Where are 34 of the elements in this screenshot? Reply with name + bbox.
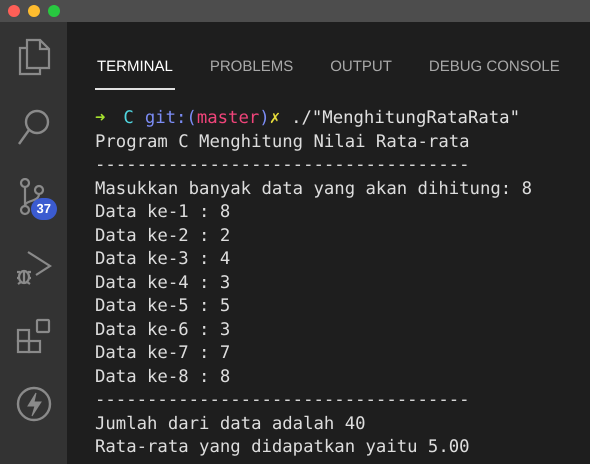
terminal-line: ------------------------------------	[95, 389, 471, 412]
prompt-text: ✗	[270, 108, 280, 128]
notification-badge: 37	[30, 198, 57, 220]
terminal-line: Jumlah dari data adalah 40	[95, 412, 367, 436]
prompt-text: ./"MenghitungRataRata"	[291, 108, 520, 128]
panel-tab[interactable]: PROBLEMS	[208, 58, 296, 90]
terminal-line: Data ke-7 : 7	[95, 342, 232, 365]
panel-tab[interactable]: DEBUG CONSOLE	[426, 58, 562, 90]
extensions-icon[interactable]	[16, 318, 52, 354]
terminal-line: Masukkan banyak data yang akan dihitung: 8	[95, 178, 533, 200]
close-window-button[interactable]	[8, 5, 20, 17]
prompt-text: git:(	[144, 108, 197, 128]
terminal-line: Data ke-4 : 3	[95, 272, 232, 294]
terminal-line: Data ke-1 : 8	[95, 201, 232, 224]
run-debug-icon[interactable]	[16, 248, 52, 286]
panel-tab[interactable]: OUTPUT	[328, 58, 394, 90]
panel-tab[interactable]: TERMINAL	[95, 58, 175, 90]
terminal-line: Data ke-8 : 8	[95, 366, 232, 388]
prompt-arrow: ➜	[95, 108, 106, 128]
terminal-line: Data ke-6 : 3	[95, 318, 232, 342]
prompt-text: master	[196, 108, 260, 128]
lightning-icon[interactable]	[16, 386, 52, 422]
terminal-line: ------------------------------------	[95, 154, 471, 177]
terminal-line: Rata-rata yang didapatkan yaitu 5.00	[95, 436, 471, 459]
prompt-text: )	[259, 108, 270, 128]
terminal-line: Program C Menghitung Nilai Rata-rata	[95, 130, 471, 154]
minimize-window-button[interactable]	[28, 5, 40, 17]
search-icon[interactable]	[16, 108, 50, 146]
files-icon[interactable]	[16, 38, 50, 76]
terminal-line: Data ke-3 : 4	[95, 248, 232, 271]
terminal-line: Data ke-2 : 2	[95, 224, 232, 248]
maximize-window-button[interactable]	[48, 5, 60, 17]
terminal-line: Data ke-5 : 5	[95, 295, 232, 318]
prompt-text: C	[123, 108, 134, 128]
